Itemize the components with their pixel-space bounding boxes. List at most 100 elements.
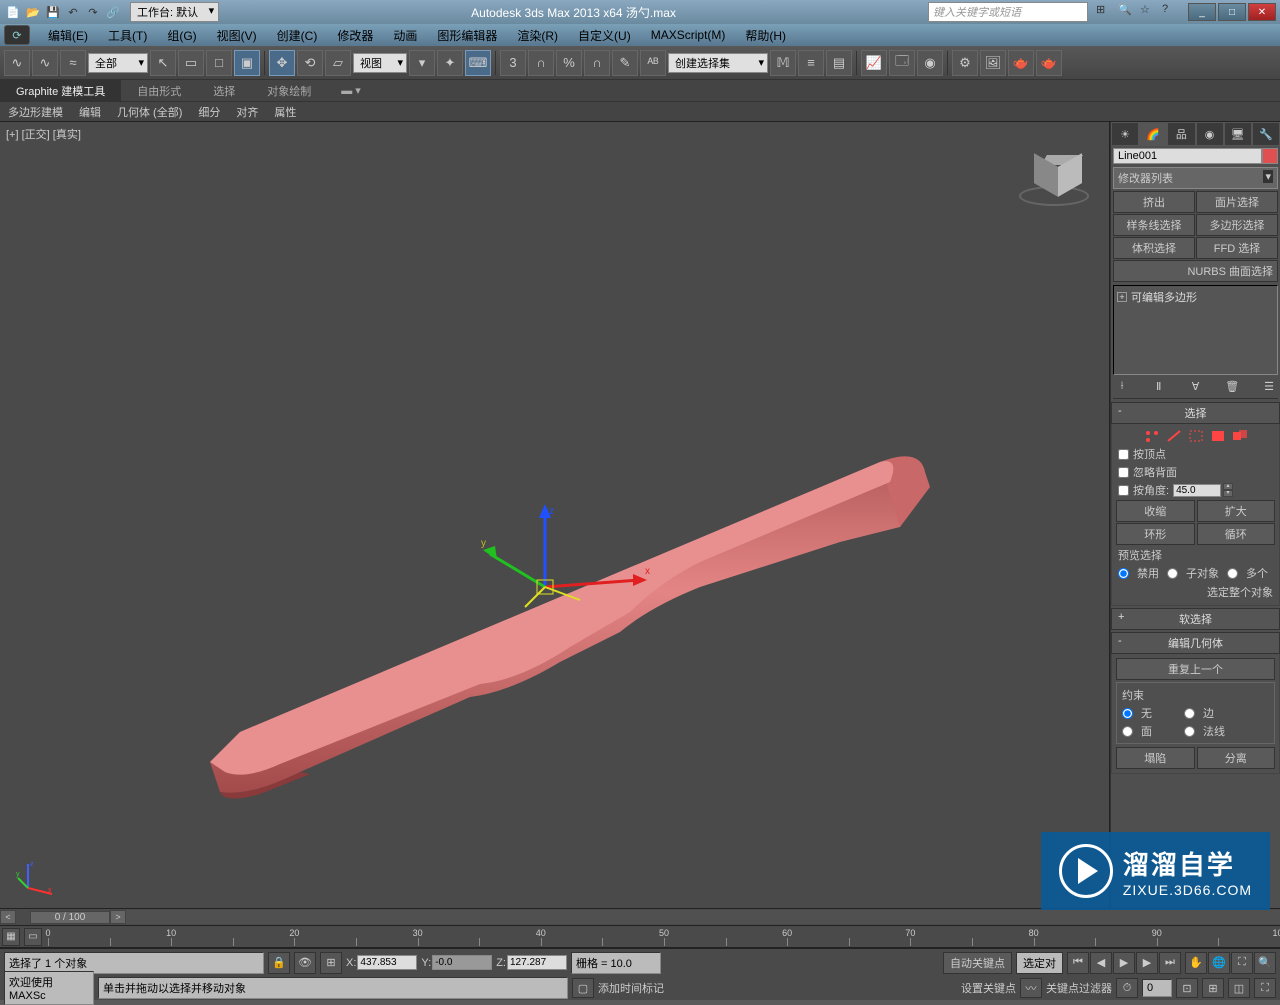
- object-name-input[interactable]: Line001: [1113, 148, 1262, 164]
- menu-rendering[interactable]: 渲染(R): [507, 25, 568, 46]
- menu-animation[interactable]: 动画: [383, 25, 427, 46]
- percent-snap-icon[interactable]: %: [556, 50, 582, 76]
- ribbon-tab-selection[interactable]: 选择: [197, 80, 251, 102]
- panel-align[interactable]: 对齐: [228, 102, 266, 122]
- goto-end-icon[interactable]: ⏭: [1159, 952, 1181, 974]
- redo-icon[interactable]: ↷: [84, 3, 102, 21]
- nav-zoom-all-icon[interactable]: ⊞: [1202, 978, 1224, 998]
- schematic-view-icon[interactable]: 🗔: [889, 50, 915, 76]
- select-region-icon[interactable]: □: [206, 50, 232, 76]
- close-button[interactable]: ✕: [1248, 3, 1276, 21]
- mod-btn-patchsel[interactable]: 面片选择: [1196, 191, 1278, 213]
- link-tool-icon[interactable]: ∿: [4, 50, 30, 76]
- snap-3-icon[interactable]: 3: [500, 50, 526, 76]
- edit-named-sel-icon[interactable]: ✎: [612, 50, 638, 76]
- panel-subdiv[interactable]: 细分: [190, 102, 228, 122]
- viewport-label[interactable]: [+] [正交] [真实]: [6, 126, 81, 142]
- unlink-tool-icon[interactable]: ∿: [32, 50, 58, 76]
- render-prod-icon[interactable]: 🫖: [1008, 50, 1034, 76]
- time-config-icon[interactable]: ⏱: [1116, 978, 1138, 998]
- trackbar-keys-icon[interactable]: ▭: [24, 928, 42, 946]
- tab-create-icon[interactable]: ☀: [1111, 122, 1139, 146]
- menu-grapheditors[interactable]: 图形编辑器: [427, 25, 507, 46]
- select-object-icon[interactable]: ↖: [150, 50, 176, 76]
- align-icon[interactable]: ≡: [798, 50, 824, 76]
- stack-node-editpoly[interactable]: + 可编辑多边形: [1116, 288, 1275, 306]
- star-icon[interactable]: ☆: [1140, 3, 1158, 21]
- menu-modifiers[interactable]: 修改器: [327, 25, 383, 46]
- prev-frame-icon[interactable]: <: [0, 910, 16, 924]
- orbit-icon[interactable]: 🌐: [1208, 952, 1230, 974]
- pan-view-icon[interactable]: ✋: [1185, 952, 1207, 974]
- rendered-frame-icon[interactable]: 🖼: [980, 50, 1006, 76]
- mod-btn-volsel[interactable]: 体积选择: [1113, 237, 1195, 259]
- rotate-tool-icon[interactable]: ⟲: [297, 50, 323, 76]
- community-icon[interactable]: 🔍: [1118, 3, 1136, 21]
- bind-tool-icon[interactable]: ≈: [60, 50, 86, 76]
- isolate-icon[interactable]: 👁: [294, 952, 316, 974]
- constraint-face-radio[interactable]: [1122, 726, 1133, 737]
- configure-icon[interactable]: ☰: [1260, 380, 1278, 396]
- ribbon-expand-icon[interactable]: ▬ ▾: [335, 82, 367, 99]
- named-selection-dropdown[interactable]: 创建选择集: [668, 53, 768, 73]
- menu-views[interactable]: 视图(V): [207, 25, 267, 46]
- track-ruler[interactable]: 0102030405060708090100: [48, 928, 1280, 946]
- collapse-button[interactable]: 塌陷: [1116, 747, 1195, 769]
- modifier-list-dropdown[interactable]: 修改器列表: [1113, 167, 1278, 189]
- border-level-icon[interactable]: [1188, 429, 1204, 443]
- ignore-backfacing-checkbox[interactable]: [1118, 467, 1129, 478]
- preview-off-radio[interactable]: [1118, 568, 1129, 579]
- undo-icon[interactable]: ↶: [64, 3, 82, 21]
- vertex-level-icon[interactable]: [1144, 429, 1160, 443]
- render-iter-icon[interactable]: 🫖: [1036, 50, 1062, 76]
- tab-display-icon[interactable]: 🖥: [1224, 122, 1252, 146]
- menu-edit[interactable]: 编辑(E): [38, 25, 98, 46]
- script-listener-icon[interactable]: ▢: [572, 978, 594, 998]
- menu-maxscript[interactable]: MAXScript(M): [641, 26, 736, 44]
- mod-btn-extrude[interactable]: 挤出: [1113, 191, 1195, 213]
- add-time-tag[interactable]: 添加时间标记: [598, 980, 664, 996]
- constraint-edge-radio[interactable]: [1184, 708, 1195, 719]
- nav-zoom-ext-icon[interactable]: ⊡: [1176, 978, 1198, 998]
- panel-polymodel[interactable]: 多边形建模: [0, 102, 71, 122]
- unique-icon[interactable]: ∀: [1187, 380, 1205, 396]
- layers-icon[interactable]: ▤: [826, 50, 852, 76]
- key-filters-button[interactable]: 关键点过滤器: [1046, 980, 1112, 996]
- trackbar-menu-icon[interactable]: ▦: [2, 928, 20, 946]
- selection-filter-dropdown[interactable]: 全部: [88, 53, 148, 73]
- viewport[interactable]: [+] [正交] [真实] z x y: [0, 122, 1110, 908]
- preview-subobj-radio[interactable]: [1167, 568, 1178, 579]
- ref-coord-dropdown[interactable]: 视图: [353, 53, 407, 73]
- tab-utilities-icon[interactable]: 🔧: [1252, 122, 1280, 146]
- lock-selection-icon[interactable]: 🔒: [268, 952, 290, 974]
- by-vertex-checkbox[interactable]: [1118, 449, 1129, 460]
- tab-modify-icon[interactable]: 🌈: [1139, 122, 1167, 146]
- window-crossing-icon[interactable]: ▣: [234, 50, 260, 76]
- next-key-icon[interactable]: ▶: [1136, 952, 1158, 974]
- object-color-swatch[interactable]: [1262, 148, 1278, 164]
- maximize-viewport-icon[interactable]: ⛶: [1231, 952, 1253, 974]
- menu-create[interactable]: 创建(C): [267, 25, 328, 46]
- repeat-last-button[interactable]: 重复上一个: [1116, 658, 1275, 680]
- rollout-header[interactable]: +软选择: [1111, 608, 1280, 630]
- coord-y-input[interactable]: -0.0: [432, 955, 492, 970]
- time-slider[interactable]: < 0 / 100 >: [0, 908, 1280, 926]
- element-level-icon[interactable]: [1232, 429, 1248, 443]
- menu-tools[interactable]: 工具(T): [98, 25, 157, 46]
- key-mode-icon[interactable]: 〰: [1020, 978, 1042, 998]
- coord-x-input[interactable]: 437.853: [357, 955, 417, 970]
- move-tool-icon[interactable]: ✥: [269, 50, 295, 76]
- viewcube[interactable]: [1019, 142, 1089, 212]
- link-icon[interactable]: 🔗: [104, 3, 122, 21]
- tab-hierarchy-icon[interactable]: 品: [1167, 122, 1195, 146]
- nav-fov-icon[interactable]: ◫: [1228, 978, 1250, 998]
- menu-customize[interactable]: 自定义(U): [568, 25, 641, 46]
- grow-button[interactable]: 扩大: [1197, 500, 1276, 522]
- workspace-dropdown[interactable]: 工作台: 默认: [130, 2, 219, 22]
- modifier-stack[interactable]: + 可编辑多边形: [1113, 285, 1278, 375]
- ribbon-tab-graphite[interactable]: Graphite 建模工具: [0, 80, 121, 102]
- angle-snap-icon[interactable]: ∩: [528, 50, 554, 76]
- next-frame-icon[interactable]: >: [110, 910, 126, 924]
- ring-button[interactable]: 环形: [1116, 523, 1195, 545]
- menu-group[interactable]: 组(G): [157, 25, 206, 46]
